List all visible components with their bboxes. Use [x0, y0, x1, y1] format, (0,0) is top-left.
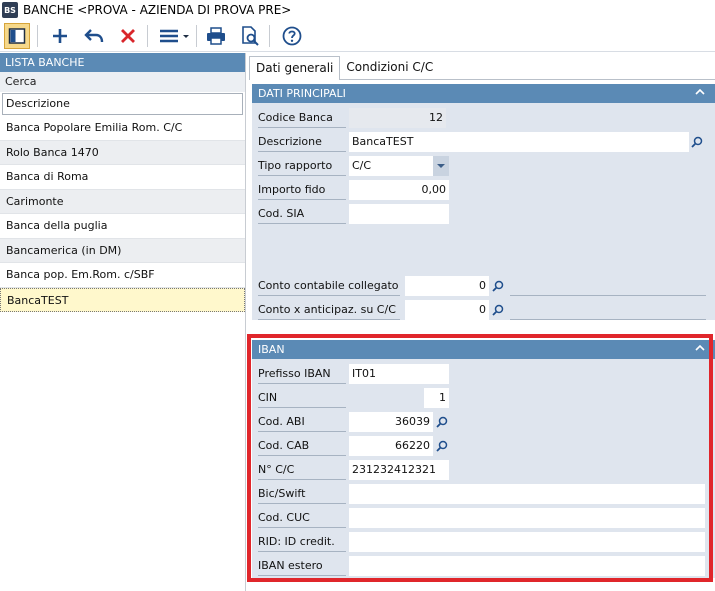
delete-icon [121, 29, 135, 43]
chevron-up-icon[interactable] [695, 87, 705, 97]
tab-bar: Dati generali Condizioni C/C [249, 56, 439, 80]
bank-list-panel: LISTA BANCHE Cerca Descrizione Banca Pop… [0, 53, 246, 591]
conto-contabile-label: Conto contabile collegato [258, 276, 400, 296]
panel-toggle-icon [8, 28, 26, 44]
window-title: BANCHE <PROVA - AZIENDA DI PROVA PRE> [23, 3, 292, 17]
list-item[interactable]: Banca della puglia [0, 214, 245, 239]
help-button[interactable] [279, 23, 305, 49]
print-icon [207, 27, 225, 45]
print-button[interactable] [203, 23, 229, 49]
panel-toggle-button[interactable] [4, 23, 30, 49]
add-button[interactable] [47, 23, 73, 49]
menu-icon [160, 29, 189, 43]
list-item[interactable]: Banca di Roma [0, 165, 245, 190]
cod-sia-label: Cod. SIA [258, 204, 346, 224]
importo-fido-label: Importo fido [258, 180, 346, 200]
list-item[interactable]: Banca Popolare Emilia Rom. C/C [0, 116, 245, 141]
delete-button[interactable] [115, 23, 141, 49]
highlight-box [247, 334, 713, 582]
dati-principali-section: DATI PRINCIPALI Codice Banca 12 Descrizi… [252, 84, 715, 320]
search-icon [691, 136, 703, 148]
conto-contabile-description [510, 295, 706, 296]
print-preview-icon [242, 26, 259, 46]
tipo-rapporto-label: Tipo rapporto [258, 156, 346, 176]
search-icon [492, 304, 504, 316]
list-item[interactable]: Banca pop. Em.Rom. c/SBF [0, 263, 245, 288]
search-button[interactable] [689, 133, 705, 151]
tab-condizioni-cc[interactable]: Condizioni C/C [340, 56, 439, 80]
conto-anticipaz-field[interactable]: 0 [405, 300, 489, 320]
search-icon [492, 280, 504, 292]
bank-list: Banca Popolare Emilia Rom. C/C Rolo Banc… [0, 116, 245, 312]
codice-banca-field: 12 [349, 108, 446, 128]
list-item[interactable]: Rolo Banca 1470 [0, 140, 245, 165]
conto-anticipaz-label: Conto x anticipaz. su C/C [258, 300, 400, 320]
descrizione-label: Descrizione [258, 132, 346, 152]
toolbar-separator [147, 25, 148, 47]
tipo-rapporto-select[interactable]: C/C [349, 156, 433, 176]
add-icon [53, 29, 67, 43]
toolbar [0, 20, 715, 52]
dropdown-button[interactable] [433, 156, 449, 176]
toolbar-separator [196, 25, 197, 47]
title-bar: BS BANCHE <PROVA - AZIENDA DI PROVA PRE> [0, 0, 715, 20]
list-item[interactable]: Carimonte [0, 189, 245, 214]
search-label: Cerca [0, 72, 245, 92]
toolbar-separator [37, 25, 38, 47]
codice-banca-label: Codice Banca [258, 108, 346, 128]
undo-icon [84, 29, 104, 43]
conto-anticipaz-description [510, 319, 706, 320]
tab-divider [340, 79, 715, 80]
bank-list-header: LISTA BANCHE [0, 53, 245, 72]
descrizione-field[interactable]: BancaTEST [349, 132, 689, 152]
tab-dati-generali[interactable]: Dati generali [249, 56, 341, 80]
search-button[interactable] [490, 277, 506, 295]
print-preview-button[interactable] [237, 23, 263, 49]
menu-button[interactable] [156, 23, 192, 49]
search-button[interactable] [490, 301, 506, 319]
app-logo-icon: BS [2, 2, 18, 18]
toolbar-separator [269, 25, 270, 47]
search-input[interactable]: Descrizione [2, 93, 243, 115]
undo-button[interactable] [81, 23, 107, 49]
list-item-selected[interactable]: BancaTEST [0, 287, 245, 312]
chevron-down-icon [437, 164, 445, 168]
dati-principali-header[interactable]: DATI PRINCIPALI [252, 84, 715, 103]
importo-fido-field[interactable]: 0,00 [349, 180, 449, 200]
help-icon [282, 26, 302, 46]
conto-contabile-field[interactable]: 0 [405, 276, 489, 296]
cod-sia-field[interactable] [349, 204, 449, 224]
section-title: DATI PRINCIPALI [258, 87, 346, 100]
list-item[interactable]: Bancamerica (in DM) [0, 238, 245, 263]
